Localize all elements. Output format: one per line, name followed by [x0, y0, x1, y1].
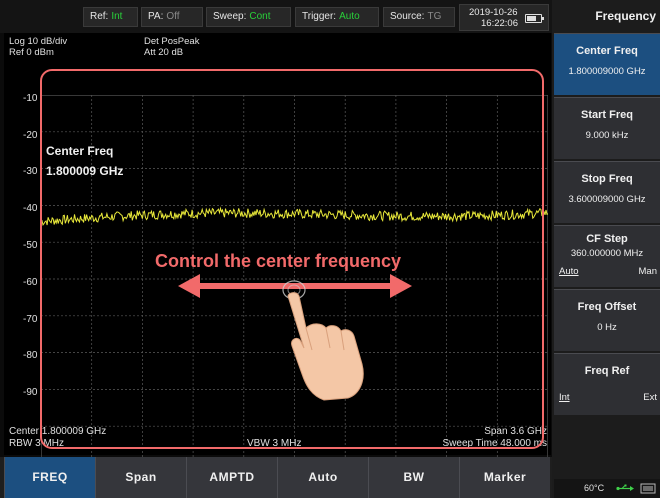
source-status-label: Source: — [390, 11, 425, 22]
y-axis-tick-label: -20 — [23, 129, 38, 141]
y-axis-tick-label: -10 — [23, 92, 38, 104]
softkey-value: 1.800009000 GHz — [568, 66, 646, 77]
softkey-title: Freq Offset — [577, 301, 637, 313]
panel-title: Frequency — [595, 9, 656, 23]
ref-status-value: Int — [111, 11, 123, 22]
sweep-time-label: Sweep Time 48.000 ms — [442, 438, 548, 449]
network-icon — [640, 483, 656, 494]
amptd-menu-button[interactable]: AMPTD — [186, 457, 277, 498]
softkey-title: Stop Freq — [581, 173, 633, 185]
source-status[interactable]: Source: TG — [383, 7, 455, 27]
sweep-status-value: Cont — [249, 11, 271, 22]
man-option: Man — [638, 266, 657, 277]
battery-icon — [525, 14, 544, 23]
pa-status[interactable]: PA: Off — [141, 7, 203, 27]
y-axis-tick-label: -50 — [23, 240, 38, 251]
trigger-status-value: Auto — [339, 11, 360, 22]
int-option: Int — [559, 392, 570, 403]
int-ext-toggle[interactable]: Int Ext — [559, 392, 657, 403]
y-axis-tick-label: -40 — [23, 203, 38, 215]
softkey-panel: Frequency Center Freq 1.800009000 GHz St… — [552, 0, 660, 498]
auto-man-toggle[interactable]: Auto Man — [559, 266, 657, 277]
vbw-label: VBW 3 MHz — [247, 438, 302, 449]
scale-label: Log 10 dB/div — [9, 36, 68, 47]
freq-offset-softkey[interactable]: Freq Offset 0 Hz — [554, 289, 660, 351]
source-status-value: TG — [427, 11, 442, 22]
marker-menu-button[interactable]: Marker — [459, 457, 550, 498]
y-axis-tick-label: -70 — [23, 313, 38, 325]
softkey-value: 3.600009000 GHz — [568, 194, 646, 205]
pa-status-value: Off — [166, 11, 180, 22]
stop-freq-softkey[interactable]: Stop Freq 3.600009000 GHz — [554, 161, 660, 223]
sweep-status[interactable]: Sweep: Cont — [206, 7, 291, 27]
y-axis-tick-label: -80 — [23, 350, 38, 362]
pa-status-label: PA: — [148, 11, 164, 22]
datetime-display: 2019-10-26 16:22:06 — [459, 4, 549, 31]
y-axis-tick-label: -90 — [23, 387, 38, 399]
spectrum-trace — [41, 206, 548, 227]
usb-icon — [616, 484, 634, 491]
detector-label: Det PosPeak — [144, 36, 200, 47]
ref-status[interactable]: Ref: Int — [83, 7, 138, 27]
softkey-title: Center Freq — [576, 45, 638, 57]
softkey-value: 9.000 kHz — [585, 130, 629, 141]
freq-menu-button[interactable]: FREQ — [4, 457, 95, 498]
start-freq-softkey[interactable]: Start Freq 9.000 kHz — [554, 97, 660, 159]
softkey-value: 360.000000 MHz — [570, 248, 644, 259]
softkey-title: CF Step — [586, 233, 628, 245]
softkey-title: Freq Ref — [584, 365, 630, 377]
trigger-status-label: Trigger: — [302, 11, 337, 22]
trigger-status[interactable]: Trigger: Auto — [295, 7, 379, 27]
freq-ref-softkey[interactable]: Freq Ref Int Ext — [554, 353, 660, 415]
status-bar: Ref: Int PA: Off Sweep: Cont Trigger: Auto S… — [0, 0, 552, 33]
center-freq-overlay-title: Center Freq — [46, 144, 114, 158]
span-label: Span 3.6 GHz — [484, 426, 547, 437]
auto-option: Auto — [559, 266, 579, 277]
y-axis-tick-label: -60 — [23, 276, 38, 288]
bw-menu-button[interactable]: BW — [368, 457, 459, 498]
temperature-text: 60°C — [584, 483, 605, 493]
softkey-value: 0 Hz — [597, 322, 617, 333]
annotation-text: Control the center frequency — [155, 251, 402, 271]
center-freq-overlay-value: 1.800009 GHz — [46, 164, 124, 178]
system-status: 60°C — [554, 479, 660, 498]
center-freq-softkey[interactable]: Center Freq 1.800009000 GHz — [554, 33, 660, 95]
ref-status-label: Ref: — [90, 11, 109, 22]
center-freq-label: Center 1.800009 GHz — [9, 426, 107, 437]
y-axis-tick-label: -30 — [23, 166, 38, 178]
sweep-status-label: Sweep: — [213, 11, 247, 22]
rbw-label: RBW 3 MHz — [9, 438, 64, 449]
auto-menu-button[interactable]: Auto — [277, 457, 368, 498]
ext-option: Ext — [643, 392, 657, 403]
span-menu-button[interactable]: Span — [95, 457, 186, 498]
ref-level-label: Ref 0 dBm — [9, 47, 54, 58]
pointing-hand-icon — [282, 280, 364, 401]
cf-step-softkey[interactable]: CF Step 360.000000 MHz Auto Man — [554, 225, 660, 287]
attenuation-label: Att 20 dB — [144, 47, 184, 58]
softkey-title: Start Freq — [581, 109, 633, 121]
center-freq-overlay: Center Freq 1.800009 GHz — [46, 141, 123, 181]
bottom-menu: FREQ Span AMPTD Auto BW Marker — [0, 457, 552, 498]
